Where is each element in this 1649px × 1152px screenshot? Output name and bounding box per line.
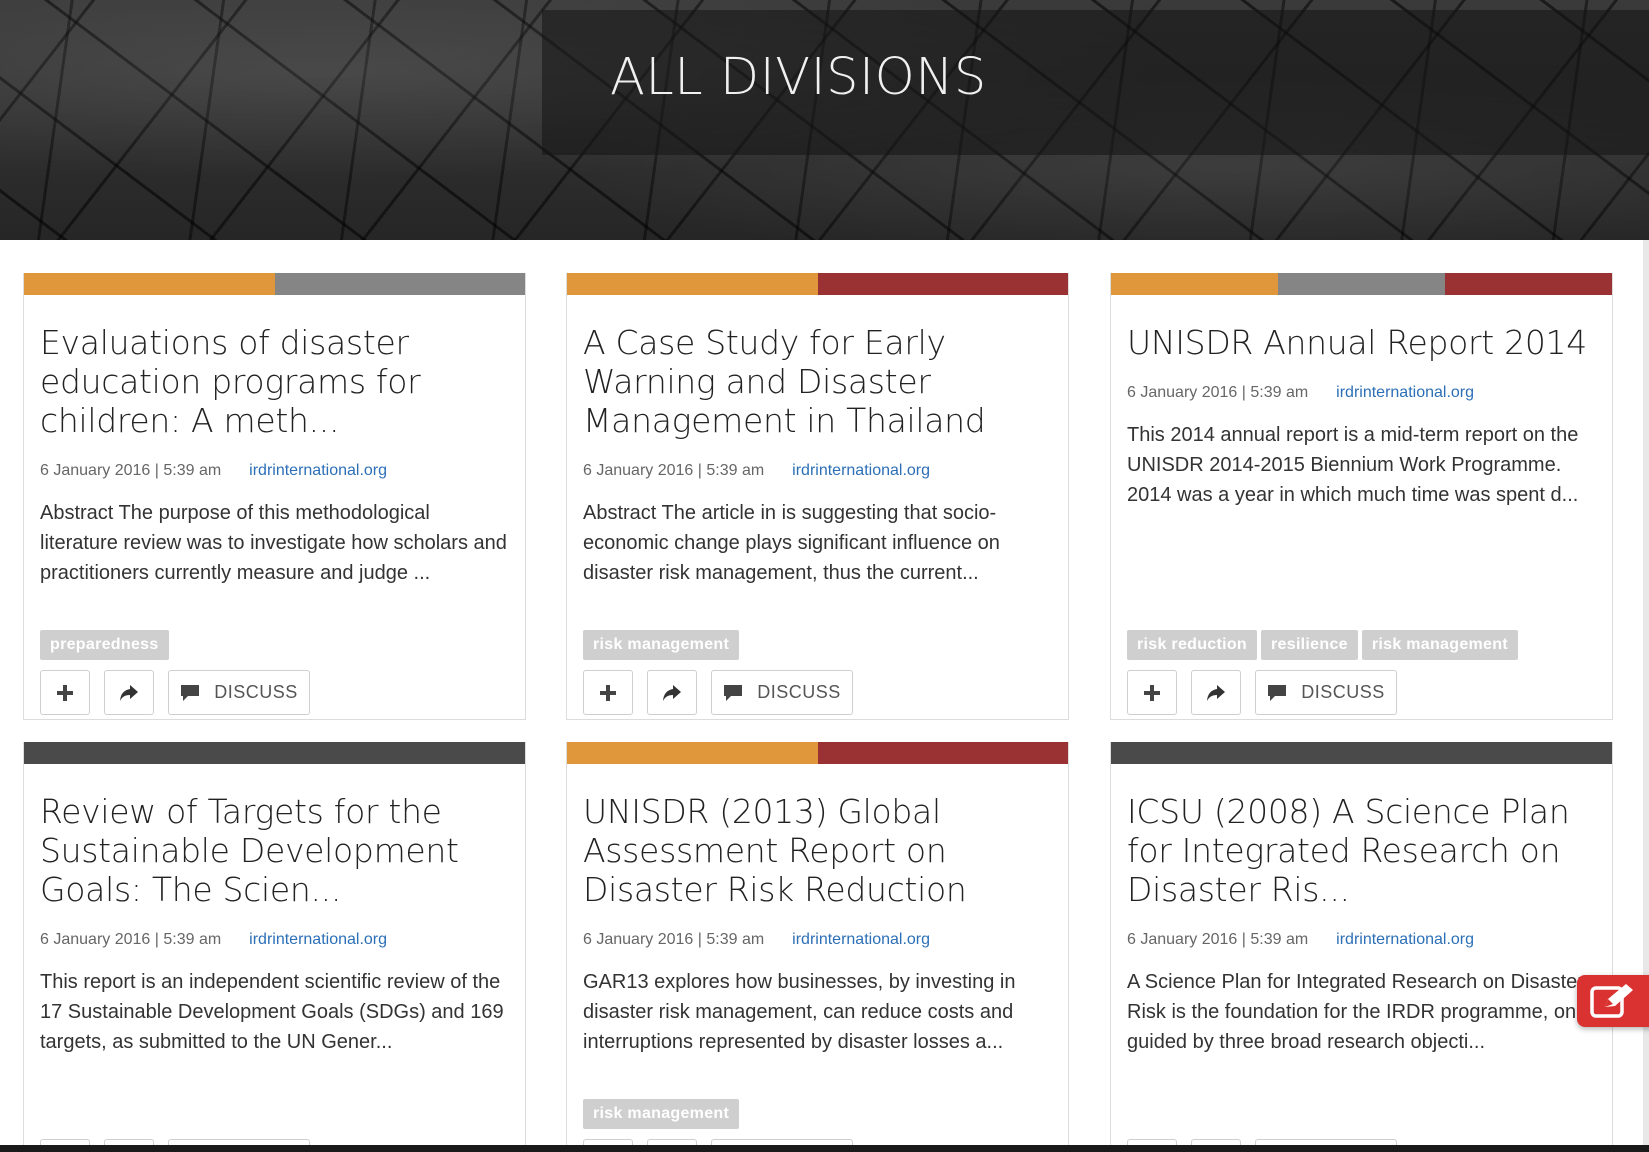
resource-card[interactable]: UNISDR (2013) Global Assessment Report o…: [566, 742, 1069, 1145]
plus-icon: [600, 684, 616, 701]
division-color-segment: [1111, 273, 1278, 295]
card-actions: DISCUSS: [40, 670, 310, 715]
discuss-button[interactable]: DISCUSS: [168, 670, 310, 715]
resource-card[interactable]: UNISDR Annual Report 2014 6 January 2016…: [1110, 273, 1613, 720]
card-source-link[interactable]: irdrinternational.org: [792, 931, 930, 949]
division-color-segment: [1445, 273, 1612, 295]
card-source-link[interactable]: irdrinternational.org: [1336, 384, 1474, 402]
card-description: Abstract The purpose of this methodologi…: [40, 502, 507, 584]
discuss-label: DISCUSS: [214, 682, 298, 702]
card-description: This 2014 annual report is a mid-term re…: [1127, 424, 1579, 506]
speech-bubble-icon: [181, 684, 200, 701]
card-tags: risk reduction resilience risk management: [1127, 630, 1518, 660]
add-button[interactable]: [583, 670, 633, 715]
discuss-label: DISCUSS: [1301, 682, 1385, 702]
division-color-bar: [567, 273, 1068, 295]
tag-chip[interactable]: risk management: [583, 1099, 740, 1129]
division-color-segment: [817, 273, 1068, 295]
division-color-segment: [567, 742, 818, 764]
card-actions: DISCUSS: [583, 670, 853, 715]
share-arrow-icon: [120, 684, 138, 701]
card-date: 6 January 2016 | 5:39 am: [1127, 384, 1309, 401]
division-color-bar: [1111, 742, 1612, 764]
tag-chip[interactable]: preparedness: [40, 630, 169, 660]
card-date: 6 January 2016 | 5:39 am: [583, 931, 765, 948]
add-button[interactable]: [40, 670, 90, 715]
card-description: Abstract The article in is suggesting th…: [583, 502, 1000, 584]
share-arrow-icon: [663, 684, 681, 701]
resource-card[interactable]: A Case Study for Early Warning and Disas…: [566, 273, 1069, 720]
edit-pencil-icon: [1590, 984, 1633, 1018]
card-date: 6 January 2016 | 5:39 am: [583, 462, 765, 479]
card-grid: Evaluations of disaster education progra…: [0, 240, 1643, 1145]
discuss-button[interactable]: DISCUSS: [711, 670, 853, 715]
share-button[interactable]: [104, 670, 154, 715]
tag-chip[interactable]: risk reduction: [1127, 630, 1258, 660]
division-color-segment: [1278, 273, 1445, 295]
page-title: ALL DIVISIONS: [610, 48, 987, 107]
card-title[interactable]: UNISDR (2013) Global Assessment Report o…: [583, 792, 1052, 909]
card-source-link[interactable]: irdrinternational.org: [792, 462, 930, 480]
card-title[interactable]: Evaluations of disaster education progra…: [40, 323, 509, 440]
division-color-segment: [567, 273, 818, 295]
share-button[interactable]: [647, 670, 697, 715]
resource-card[interactable]: Review of Targets for the Sustainable De…: [23, 742, 526, 1145]
division-color-bar: [24, 273, 525, 295]
share-button[interactable]: [1191, 670, 1241, 715]
division-color-segment: [817, 742, 1068, 764]
resource-card[interactable]: Evaluations of disaster education progra…: [23, 273, 526, 720]
discuss-label: DISCUSS: [757, 682, 841, 702]
plus-icon: [57, 684, 73, 701]
card-actions: DISCUSS: [1127, 670, 1397, 715]
division-color-segment: [24, 273, 275, 295]
speech-bubble-icon: [1268, 684, 1287, 701]
tag-chip[interactable]: resilience: [1261, 630, 1358, 660]
card-source-link[interactable]: irdrinternational.org: [249, 462, 387, 480]
division-color-segment: [1111, 742, 1612, 764]
card-description: GAR13 explores how businesses, by invest…: [583, 971, 1016, 1053]
card-date: 6 January 2016 | 5:39 am: [40, 462, 222, 479]
add-button[interactable]: [1127, 670, 1177, 715]
card-tags: risk management: [583, 630, 740, 660]
resource-card[interactable]: ICSU (2008) A Science Plan for Integrate…: [1110, 742, 1613, 1145]
bottom-strip: [0, 1145, 1649, 1152]
card-description: This report is an independent scientific…: [40, 971, 504, 1053]
plus-icon: [1144, 684, 1160, 701]
speech-bubble-icon: [724, 684, 743, 701]
card-title[interactable]: UNISDR Annual Report 2014: [1127, 323, 1596, 362]
tag-chip[interactable]: risk management: [583, 630, 740, 660]
division-color-bar: [1111, 273, 1612, 295]
card-source-link[interactable]: irdrinternational.org: [1336, 931, 1474, 949]
division-color-segment: [274, 273, 525, 295]
card-title[interactable]: ICSU (2008) A Science Plan for Integrate…: [1127, 792, 1596, 909]
tag-chip[interactable]: risk management: [1361, 630, 1518, 660]
discuss-button[interactable]: DISCUSS: [1255, 670, 1397, 715]
card-title[interactable]: Review of Targets for the Sustainable De…: [40, 792, 509, 909]
division-color-bar: [24, 742, 525, 764]
card-title[interactable]: A Case Study for Early Warning and Disas…: [583, 323, 1052, 440]
card-tags: risk management: [583, 1099, 740, 1129]
card-tags: preparedness: [40, 630, 169, 660]
hero-banner: ALL DIVISIONS: [0, 0, 1649, 240]
share-arrow-icon: [1207, 684, 1225, 701]
division-color-bar: [567, 742, 1068, 764]
division-color-segment: [24, 742, 525, 764]
page: ALL DIVISIONS Evaluations of disaster ed…: [0, 0, 1649, 1152]
card-description: A Science Plan for Integrated Research o…: [1127, 971, 1588, 1053]
card-date: 6 January 2016 | 5:39 am: [1127, 931, 1309, 948]
card-date: 6 January 2016 | 5:39 am: [40, 931, 222, 948]
edit-button[interactable]: [1577, 975, 1649, 1027]
card-source-link[interactable]: irdrinternational.org: [249, 931, 387, 949]
